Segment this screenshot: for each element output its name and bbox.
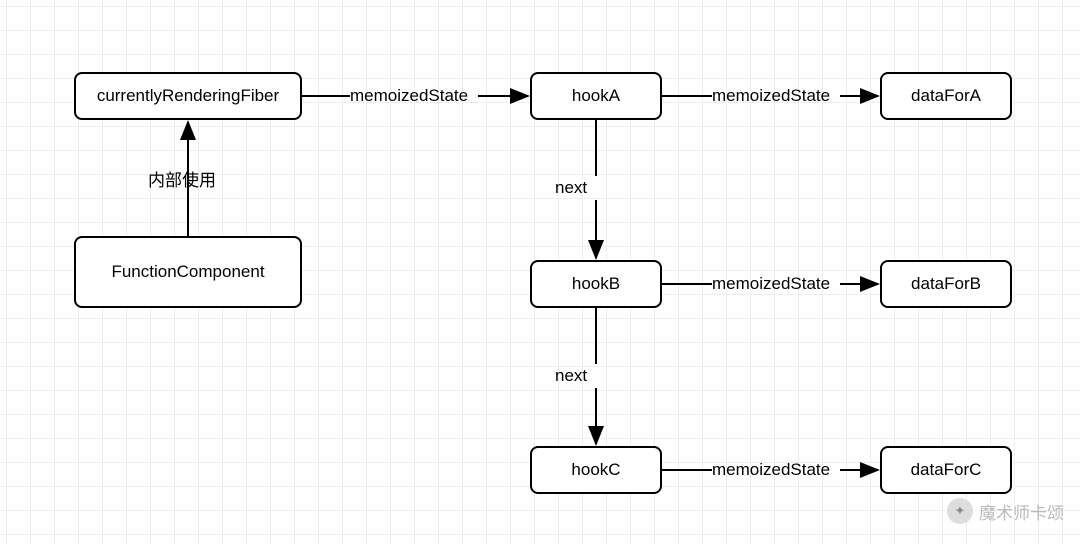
node-label: hookA xyxy=(572,86,620,106)
edge-label-hookb-to-hookc: next xyxy=(555,366,587,386)
node-label: currentlyRenderingFiber xyxy=(97,86,279,106)
node-label: dataForB xyxy=(911,274,981,294)
node-label: hookC xyxy=(571,460,620,480)
node-data-for-b: dataForB xyxy=(880,260,1012,308)
node-label: hookB xyxy=(572,274,620,294)
node-hook-a: hookA xyxy=(530,72,662,120)
wechat-icon: ✦ xyxy=(947,498,973,524)
node-data-for-a: dataForA xyxy=(880,72,1012,120)
node-label: dataForA xyxy=(911,86,981,106)
node-hook-c: hookC xyxy=(530,446,662,494)
edge-label-hookb-to-datab: memoizedState xyxy=(712,274,830,294)
node-hook-b: hookB xyxy=(530,260,662,308)
edge-label-hooka-to-hookb: next xyxy=(555,178,587,198)
edge-label-crf-to-hooka: memoizedState xyxy=(350,86,468,106)
edge-label-hooka-to-dataa: memoizedState xyxy=(712,86,830,106)
edge-label-hookc-to-datac: memoizedState xyxy=(712,460,830,480)
node-function-component: FunctionComponent xyxy=(74,236,302,308)
node-currently-rendering-fiber: currentlyRenderingFiber xyxy=(74,72,302,120)
node-label: FunctionComponent xyxy=(111,262,264,282)
node-data-for-c: dataForC xyxy=(880,446,1012,494)
watermark-text: 魔术师卡颂 xyxy=(979,499,1064,524)
edge-label-fc-to-crf: 内部使用 xyxy=(148,166,216,191)
watermark: ✦ 魔术师卡颂 xyxy=(947,498,1064,524)
node-label: dataForC xyxy=(911,460,982,480)
